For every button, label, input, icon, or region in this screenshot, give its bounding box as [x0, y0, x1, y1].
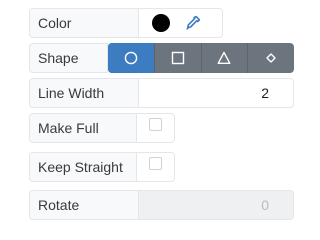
shape-row: Shape: [29, 43, 294, 73]
diamond-icon: [266, 53, 276, 63]
square-icon: [171, 51, 184, 65]
color-row: Color: [29, 8, 223, 38]
make-full-label: Make Full: [29, 113, 137, 143]
keep-straight-checkbox[interactable]: [149, 156, 162, 170]
make-full-checkbox-wrap: [137, 113, 175, 143]
shape-selector: [108, 43, 294, 73]
shape-properties-panel: Color Shape Line Width 2 Make Full Keep …: [0, 0, 320, 229]
make-full-checkbox[interactable]: [149, 117, 162, 131]
shape-circle-button[interactable]: [108, 43, 155, 73]
keep-straight-checkbox-wrap: [137, 152, 175, 182]
keep-straight-row: Keep Straight: [29, 152, 175, 182]
shape-triangle-button[interactable]: [202, 43, 249, 73]
shape-square-button[interactable]: [155, 43, 202, 73]
color-swatch[interactable]: [152, 14, 170, 32]
color-label: Color: [29, 8, 139, 38]
line-width-label: Line Width: [29, 78, 139, 108]
line-width-input[interactable]: 2: [139, 78, 294, 108]
triangle-icon: [217, 51, 231, 64]
rotate-input: 0: [139, 190, 294, 220]
color-control: [139, 8, 223, 38]
shape-label: Shape: [29, 43, 108, 73]
make-full-row: Make Full: [29, 113, 175, 143]
eyedropper-icon[interactable]: [184, 14, 202, 32]
circle-icon: [124, 51, 138, 65]
rotate-label: Rotate: [29, 190, 139, 220]
line-width-row: Line Width 2: [29, 78, 294, 108]
keep-straight-label: Keep Straight: [29, 152, 137, 182]
shape-diamond-button[interactable]: [248, 43, 294, 73]
rotate-row: Rotate 0: [29, 190, 294, 220]
